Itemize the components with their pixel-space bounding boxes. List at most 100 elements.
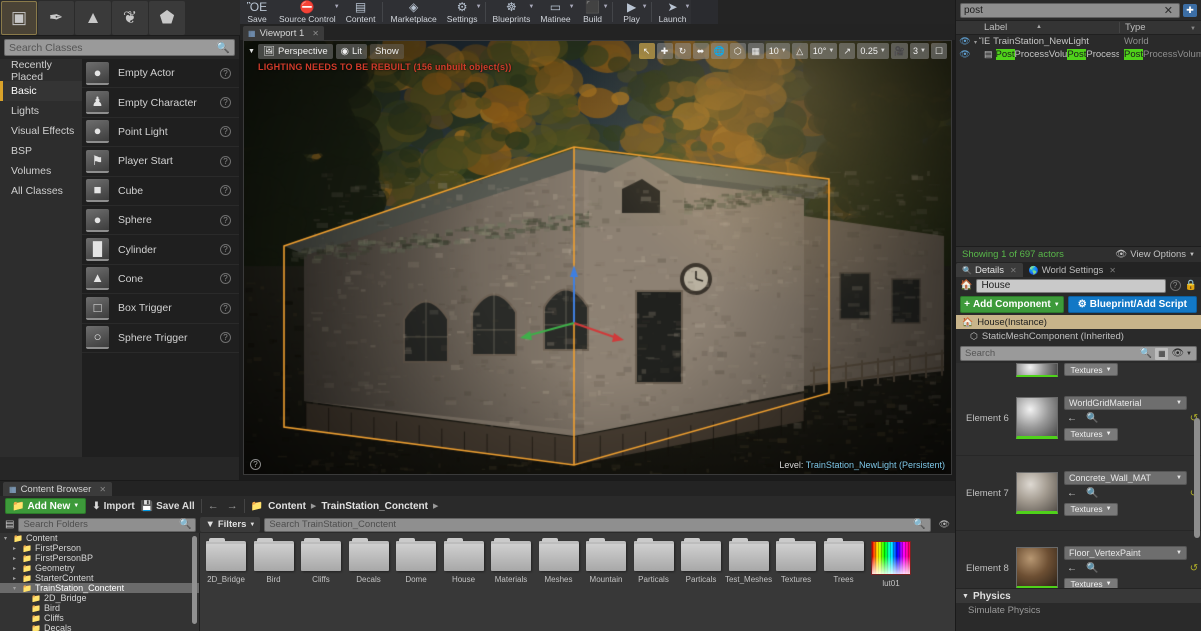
angle-snap-value[interactable]: 10° ▼ xyxy=(810,43,838,59)
help-icon[interactable]: ? xyxy=(220,126,231,137)
browse-to-asset-icon[interactable]: 🔍 xyxy=(1086,563,1098,574)
help-icon[interactable]: ? xyxy=(220,185,231,196)
scale-snap-toggle[interactable]: ↗ xyxy=(839,43,855,59)
viewport-render[interactable] xyxy=(244,41,952,474)
folder-thumbnail[interactable] xyxy=(634,541,674,571)
textures-button[interactable]: Textures ▼ xyxy=(1064,428,1118,441)
browse-to-asset-icon[interactable]: 🔍 xyxy=(1086,413,1098,424)
asset-tile[interactable]: Bird xyxy=(254,541,294,588)
folder-tree-item[interactable]: ▸ 📁 FirstPerson xyxy=(0,543,199,553)
close-icon[interactable]: ✕ xyxy=(1109,266,1116,275)
category-all-classes[interactable]: All Classes xyxy=(0,181,82,201)
outliner-row[interactable]: 👁 ▾ ἽE TrainStation_NewLight World xyxy=(956,35,1201,48)
asset-tile[interactable]: Mountain xyxy=(586,541,626,588)
grid-snap-value[interactable]: 10 ▼ xyxy=(766,43,790,59)
blueprint-add-script-button[interactable]: ⚙ Blueprint/Add Script xyxy=(1068,296,1197,313)
component-row-staticmesh[interactable]: ⬡ StaticMeshComponent (Inherited) xyxy=(956,329,1201,343)
asset-tile[interactable]: Trees xyxy=(824,541,864,588)
asset-tile[interactable]: Meshes xyxy=(539,541,579,588)
help-icon[interactable]: ? xyxy=(220,68,231,79)
show-menu-button[interactable]: Show xyxy=(370,44,404,59)
help-icon[interactable]: ? xyxy=(220,332,231,343)
folder-tree-item[interactable]: ▸ 📁 FirstPersonBP xyxy=(0,553,199,563)
category-recently-placed[interactable]: Recently Placed xyxy=(0,61,82,81)
folder-thumbnail[interactable] xyxy=(444,541,484,571)
chevron-down-icon[interactable]: ▼ xyxy=(1190,26,1196,32)
expand-triangle-icon[interactable]: ▸ xyxy=(13,555,22,562)
breadcrumb-trainstation[interactable]: TrainStation_Conctent xyxy=(321,501,428,512)
category-basic[interactable]: Basic xyxy=(0,81,82,101)
asset-grid[interactable]: 2D_Bridge Bird Cliffs Decals Dome House Materi… xyxy=(206,541,955,588)
folder-thumbnail[interactable] xyxy=(396,541,436,571)
use-selected-asset-icon[interactable]: ← xyxy=(1067,563,1077,574)
folder-thumbnail[interactable] xyxy=(349,541,389,571)
place-mode-button[interactable]: ▣ xyxy=(1,1,37,35)
toolbar-launch-button[interactable]: ➤ Launch ▼ xyxy=(654,0,692,24)
viewport-help-icon[interactable]: ? xyxy=(250,459,261,470)
asset-tile[interactable]: Test_Meshes xyxy=(729,541,769,588)
asset-tile[interactable]: Particals xyxy=(681,541,721,588)
search-assets-input[interactable]: Search TrainStation_Conctent 🔍 xyxy=(264,518,930,532)
back-icon[interactable]: ← xyxy=(208,500,219,512)
asset-tile[interactable]: Particals xyxy=(634,541,674,588)
expand-triangle-icon[interactable]: ▸ xyxy=(13,575,22,582)
folder-thumbnail[interactable] xyxy=(586,541,626,571)
folder-thumbnail[interactable] xyxy=(539,541,579,571)
viewport-options-icon[interactable]: ▼ xyxy=(248,48,255,55)
folder-tree-item[interactable]: 📁 Cliffs xyxy=(0,613,199,623)
help-icon[interactable]: ? xyxy=(220,97,231,108)
close-icon[interactable]: ✕ xyxy=(1010,266,1017,275)
place-actor-item[interactable]: ○ Sphere Trigger? xyxy=(82,324,239,353)
chevron-down-icon[interactable]: ▼ xyxy=(642,4,648,10)
expand-triangle-icon[interactable]: ▸ xyxy=(13,545,22,552)
forward-icon[interactable]: → xyxy=(227,500,238,512)
toolbar-blueprints-button[interactable]: ☸ Blueprints ▼ xyxy=(488,0,536,24)
asset-tile[interactable]: lut01 xyxy=(871,541,911,588)
browse-to-asset-icon[interactable]: 🔍 xyxy=(1086,488,1098,499)
reset-to-default-icon[interactable]: ↺ xyxy=(1187,563,1201,574)
material-thumbnail[interactable] xyxy=(1016,547,1058,588)
toolbar-marketplace-button[interactable]: ◈ Marketplace xyxy=(385,0,441,24)
import-button[interactable]: ⬇ Import xyxy=(92,501,135,512)
place-actor-item[interactable]: ▲ Cone? xyxy=(82,265,239,294)
expand-triangle-icon[interactable]: ▸ xyxy=(13,565,22,572)
place-actor-item[interactable]: ♟ Empty Character? xyxy=(82,88,239,117)
category-volumes[interactable]: Volumes xyxy=(0,161,82,181)
asset-tile[interactable]: 2D_Bridge xyxy=(206,541,246,588)
lock-icon[interactable]: 🔒 xyxy=(1185,280,1197,291)
category-bsp[interactable]: BSP xyxy=(0,141,82,161)
close-icon[interactable]: ✕ xyxy=(312,29,319,38)
translate-tool-button[interactable]: ✚ xyxy=(657,43,673,59)
asset-tile[interactable]: House xyxy=(444,541,484,588)
chevron-down-icon[interactable]: ▼ xyxy=(685,4,691,10)
place-actor-item[interactable]: □ Box Trigger? xyxy=(82,294,239,323)
lut-asset-thumbnail[interactable] xyxy=(871,541,911,575)
column-label-header[interactable]: Label ▲ xyxy=(984,22,1119,33)
search-folders-input[interactable]: Search Folders 🔍 xyxy=(18,518,196,532)
details-search-input[interactable]: Search 🔍 ▦ 👁 ▼ xyxy=(960,346,1197,361)
viewport-frame[interactable]: ▼ 🖼 Perspective ◉ Lit Show ↖ ✚ ↻ ⬌ 🌐 ⬡ ▦… xyxy=(243,40,952,475)
grid-view-icon[interactable]: ▦ xyxy=(1155,348,1168,360)
chevron-down-icon[interactable]: ▼ xyxy=(1186,351,1192,357)
chevron-down-icon[interactable]: ▼ xyxy=(334,4,340,10)
outliner-row[interactable]: 👁▤PostProcessVoluPostProcessVolumePostPr… xyxy=(956,48,1201,61)
asset-tile[interactable]: Dome xyxy=(396,541,436,588)
material-slots-list[interactable]: Textures ▼ Element 6 WorldGridMaterial ▼ ← 🔍… xyxy=(956,363,1201,588)
search-classes-input[interactable]: Search Classes 🔍 xyxy=(4,39,235,56)
use-selected-asset-icon[interactable]: ← xyxy=(1067,488,1077,499)
material-thumbnail[interactable] xyxy=(1016,363,1058,377)
place-actor-item[interactable]: █ Cylinder? xyxy=(82,235,239,264)
paint-mode-button[interactable]: ✒ xyxy=(38,1,74,35)
camera-mode-button[interactable]: 🖼 Perspective xyxy=(258,44,333,59)
angle-snap-toggle[interactable]: △ xyxy=(792,43,808,59)
view-options-icon[interactable]: 👁 xyxy=(939,519,950,530)
toolbar-play-button[interactable]: ▶ Play ▼ xyxy=(615,0,649,24)
scale-tool-button[interactable]: ⬌ xyxy=(693,43,709,59)
asset-tile[interactable]: Cliffs xyxy=(301,541,341,588)
toolbar-source-control-button[interactable]: ⛔ Source Control ▼ xyxy=(274,0,341,24)
chevron-down-icon[interactable]: ▼ xyxy=(603,4,609,10)
toolbar-content-button[interactable]: ▤ Content xyxy=(341,0,381,24)
add-component-button[interactable]: + Add Component ▼ xyxy=(960,296,1064,313)
viewport-tab[interactable]: ▦ Viewport 1 ✕ xyxy=(243,26,324,40)
clear-icon[interactable]: ✕ xyxy=(1164,4,1173,17)
